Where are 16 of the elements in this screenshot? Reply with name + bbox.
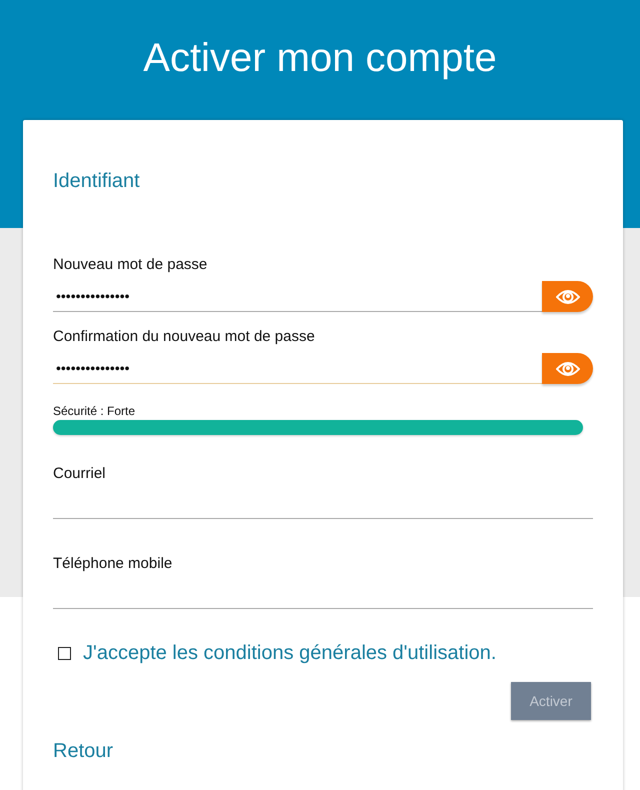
eye-icon <box>556 288 580 304</box>
show-password-button[interactable] <box>542 353 593 384</box>
checkbox[interactable] <box>58 647 71 660</box>
field-label: Téléphone mobile <box>53 555 174 572</box>
page-title: Activer mon compte <box>143 36 497 81</box>
eye-icon <box>556 360 580 376</box>
section-heading: Identifiant <box>53 169 141 194</box>
terms-link[interactable]: J'accepte les conditions générales d'utilisation. <box>83 642 496 665</box>
strength-label: Sécurité : Forte <box>53 404 136 418</box>
field-label: Courriel <box>53 465 107 482</box>
password-field[interactable]: ••••••••••••••• <box>53 281 542 312</box>
show-password-button[interactable] <box>542 281 593 312</box>
password-field[interactable]: ••••••••••••••• <box>53 353 542 384</box>
back-link[interactable]: Retour <box>53 740 593 763</box>
field-label: Nouveau mot de passe <box>53 256 208 273</box>
field-label: Confirmation du nouveau mot de passe <box>53 328 316 345</box>
